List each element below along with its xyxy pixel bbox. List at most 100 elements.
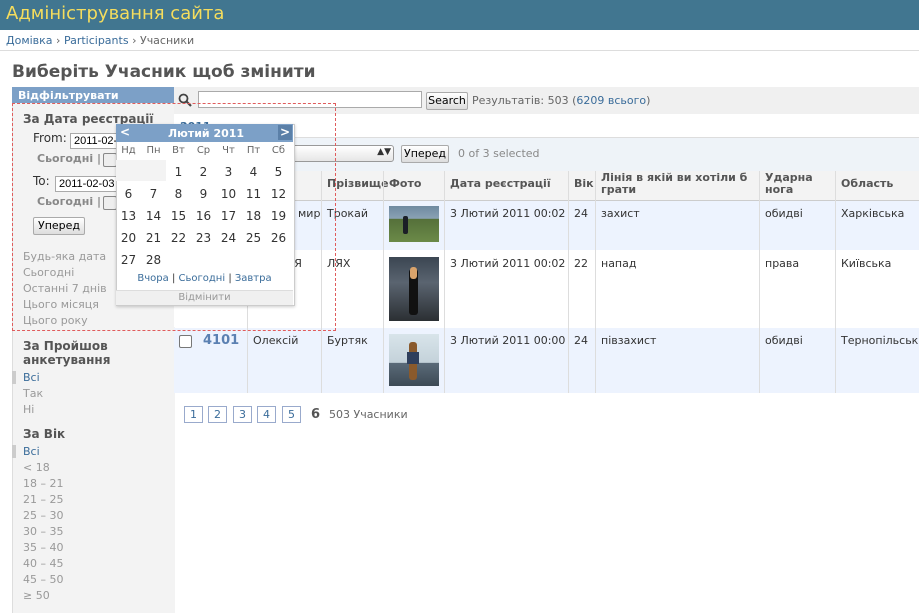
calendar-day[interactable]: 11	[241, 187, 266, 201]
filter-age-all[interactable]: Всі	[23, 445, 40, 458]
calendar-day[interactable]: 22	[166, 231, 191, 245]
filter-age-option[interactable]: 30 – 35	[23, 525, 64, 538]
column-divider	[444, 171, 445, 393]
calendar-day[interactable]: 15	[166, 209, 191, 223]
filter-survey-yes[interactable]: Так	[23, 387, 43, 400]
calendar-day[interactable]: 1	[166, 165, 191, 179]
filter-age-option[interactable]: 35 – 40	[23, 541, 64, 554]
column-divider	[835, 171, 836, 393]
page-link[interactable]: 3	[233, 406, 252, 423]
col-date[interactable]: Дата реєстрації	[450, 178, 551, 190]
calendar-day[interactable]: 27	[116, 253, 141, 267]
calendar-day[interactable]: 8	[166, 187, 191, 201]
participant-photo[interactable]	[389, 206, 439, 242]
calendar-day[interactable]: 25	[241, 231, 266, 245]
cell-position: захист	[601, 207, 640, 220]
selection-counter: 0 of 3 selected	[458, 147, 540, 160]
filter-age-option[interactable]: 21 – 25	[23, 493, 64, 506]
calendar-day[interactable]: 6	[116, 187, 141, 201]
participant-photo[interactable]	[389, 257, 439, 321]
calendar-day[interactable]: 14	[141, 209, 166, 223]
cell-foot: обидві	[765, 334, 803, 347]
filter-age-option[interactable]: 45 – 50	[23, 573, 64, 586]
calendar-day[interactable]: 19	[266, 209, 291, 223]
show-all-link[interactable]: 6209 всього	[576, 94, 646, 107]
cell-surname: Буртяк	[327, 334, 368, 347]
calendar-day[interactable]: 5	[266, 165, 291, 179]
filter-age-option[interactable]: < 18	[23, 461, 50, 474]
column-divider	[383, 171, 384, 393]
calendar-day[interactable]: 2	[191, 165, 216, 179]
calendar-day[interactable]: 18	[241, 209, 266, 223]
site-title[interactable]: Адміністрування сайта	[6, 3, 224, 24]
filter-age-option[interactable]: 40 – 45	[23, 557, 64, 570]
day-of-week: Нд	[121, 145, 136, 156]
cell-foot: обидві	[765, 207, 803, 220]
breadcrumb-current: Учасники	[139, 34, 195, 47]
selected-indicator	[12, 445, 16, 458]
separator: |	[171, 273, 176, 284]
calendar-day[interactable]: 16	[191, 209, 216, 223]
result-suffix: )	[646, 94, 651, 107]
calendar-day[interactable]: 4	[241, 165, 266, 179]
calendar-day[interactable]: 9	[191, 187, 216, 201]
day-of-week: Чт	[222, 145, 235, 156]
filter-survey-all[interactable]: Всі	[23, 371, 40, 384]
page-link[interactable]: 4	[257, 406, 276, 423]
calendar-day[interactable]: 13	[116, 209, 141, 223]
col-photo[interactable]: Фото	[389, 178, 421, 190]
select-arrows-icon: ▲▼	[377, 147, 391, 157]
calendar-day[interactable]: 3	[216, 165, 241, 179]
participant-id-link[interactable]: 4101	[203, 333, 239, 348]
column-divider	[759, 171, 760, 393]
breadcrumb: Домівка › Participants › Учасники	[0, 30, 919, 51]
participant-photo[interactable]	[389, 334, 439, 386]
day-of-week: Пн	[146, 145, 161, 156]
calendar-cancel-button[interactable]: Відмінити	[116, 290, 293, 305]
calendar-day[interactable]: 7	[141, 187, 166, 201]
col-region[interactable]: Область	[841, 178, 893, 190]
calendar-day[interactable]: 24	[216, 231, 241, 245]
prev-month-icon[interactable]: <	[120, 125, 130, 139]
calendar-empty-cell	[116, 160, 166, 181]
breadcrumb-home[interactable]: Домівка	[6, 34, 53, 47]
col-age[interactable]: Вік	[574, 178, 594, 190]
cell-age: 24	[574, 334, 588, 347]
calendar-yesterday-link[interactable]: Вчора	[137, 273, 168, 284]
column-divider	[568, 171, 569, 393]
calendar-day[interactable]: 12	[266, 187, 291, 201]
breadcrumb-app[interactable]: Participants	[64, 34, 129, 47]
next-month-icon[interactable]: >	[278, 125, 292, 140]
breadcrumb-separator: ›	[56, 34, 61, 47]
cell-region: Київська	[841, 257, 892, 270]
cell-date: 3 Лютий 2011 00:00	[450, 334, 566, 347]
col-surname[interactable]: Прізвище	[327, 178, 389, 190]
page-link[interactable]: 1	[184, 406, 203, 423]
calendar-day[interactable]: 23	[191, 231, 216, 245]
calendar-day[interactable]: 26	[266, 231, 291, 245]
filter-age-option[interactable]: 18 – 21	[23, 477, 64, 490]
calendar-day[interactable]: 21	[141, 231, 166, 245]
filter-age-option[interactable]: ≥ 50	[23, 589, 50, 602]
calendar-day[interactable]: 20	[116, 231, 141, 245]
page-title: Виберіть Учасник щоб змінити	[12, 62, 316, 82]
calendar-day[interactable]: 10	[216, 187, 241, 201]
current-page: 6	[311, 407, 321, 422]
col-foot[interactable]: Ударна нога	[765, 172, 825, 196]
col-position[interactable]: Лінія в якій ви хотіли б грати	[601, 172, 751, 196]
filter-age-option[interactable]: 25 – 30	[23, 509, 64, 522]
search-button[interactable]: Search	[426, 92, 468, 110]
cell-date: 3 Лютий 2011 00:02	[450, 257, 566, 270]
cell-position: півзахист	[601, 334, 657, 347]
filter-survey-no[interactable]: Ні	[23, 403, 34, 416]
calendar-day[interactable]: 17	[216, 209, 241, 223]
calendar-shortcuts: Вчора | Сьогодні | Завтра	[116, 273, 293, 284]
row-checkbox[interactable]	[179, 335, 192, 348]
cell-first-name: Олексій	[253, 334, 299, 347]
page-link[interactable]: 2	[208, 406, 227, 423]
page-link[interactable]: 5	[282, 406, 301, 423]
calendar-today-link[interactable]: Сьогодні	[179, 273, 226, 284]
calendar-tomorrow-link[interactable]: Завтра	[235, 273, 272, 284]
action-go-button[interactable]: Уперед	[401, 145, 449, 163]
calendar-day[interactable]: 28	[141, 253, 166, 267]
